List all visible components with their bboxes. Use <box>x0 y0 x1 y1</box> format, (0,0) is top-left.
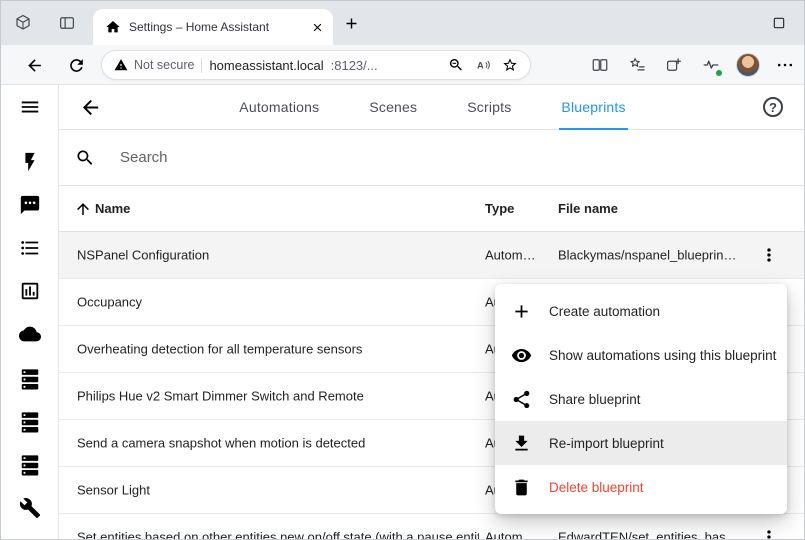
address-divider <box>201 58 202 73</box>
collections-icon[interactable] <box>661 52 687 78</box>
list-icon <box>19 237 41 259</box>
sidebar-item-logbook[interactable] <box>18 236 42 260</box>
table-row[interactable]: NSPanel Configuration Autom… Blackymas/n… <box>59 232 805 279</box>
home-assistant-favicon <box>105 19 121 35</box>
sidebar-item-cloud[interactable] <box>18 322 42 346</box>
blueprint-context-menu: Create automation Show automations using… <box>495 284 787 514</box>
menu-item-reimport-blueprint[interactable]: Re-import blueprint <box>495 421 787 465</box>
trash-icon <box>511 477 532 498</box>
sidebar-item-server-2[interactable] <box>18 410 42 434</box>
url-suffix: :8123/... <box>331 58 378 73</box>
split-screen-icon[interactable] <box>587 52 613 78</box>
browser-essentials-icon[interactable] <box>698 52 724 78</box>
sidebar-item-assist[interactable] <box>18 193 42 217</box>
avatar <box>736 53 760 77</box>
warning-icon <box>114 58 128 72</box>
ha-tab-bar: Automations Scenes Scripts Blueprints <box>59 85 805 130</box>
wrench-icon <box>19 497 41 519</box>
menu-icon <box>19 96 41 118</box>
menu-item-show-automations[interactable]: Show automations using this blueprint <box>495 333 787 377</box>
favorite-star-icon[interactable] <box>500 55 520 75</box>
search-icon <box>75 148 95 168</box>
flash-icon <box>19 151 41 173</box>
workspaces-icon[interactable] <box>13 13 33 33</box>
read-aloud-icon[interactable] <box>473 55 493 75</box>
tab-blueprints[interactable]: Blueprints <box>559 85 627 130</box>
tab-scenes[interactable]: Scenes <box>367 85 419 130</box>
sidebar-item-developer-tools[interactable] <box>18 496 42 520</box>
chat-icon <box>19 194 41 216</box>
server-icon <box>19 454 41 476</box>
favorites-hub-icon[interactable] <box>624 52 650 78</box>
tab-automations[interactable]: Automations <box>237 85 321 130</box>
search-input[interactable]: Search <box>59 130 805 186</box>
chart-box-icon <box>19 280 41 302</box>
refresh-button[interactable] <box>65 54 87 76</box>
site-security-chip[interactable]: Not secure <box>114 58 194 72</box>
browser-window: Settings – Home Assistant Not secure hom… <box>0 0 805 540</box>
page-content: Automations Scenes Scripts Blueprints ? … <box>1 85 805 540</box>
sidebar-item-server-3[interactable] <box>18 453 42 477</box>
profile-button[interactable] <box>735 52 761 78</box>
server-icon <box>19 411 41 433</box>
share-icon <box>511 389 532 410</box>
browser-titlebar: Settings – Home Assistant <box>1 1 804 45</box>
tab-title: Settings – Home Assistant <box>129 20 299 34</box>
tab-scripts[interactable]: Scripts <box>465 85 513 130</box>
sidebar-item-history[interactable] <box>18 279 42 303</box>
row-overflow-menu-icon[interactable] <box>757 525 781 540</box>
plus-icon <box>511 301 532 322</box>
browser-tab[interactable]: Settings – Home Assistant <box>93 9 333 45</box>
url-host: homeassistant.local <box>209 58 323 73</box>
sidebar-menu-button[interactable] <box>18 95 42 119</box>
table-row[interactable]: Set entities based on other entities new… <box>59 514 805 540</box>
sidebar-item-server-1[interactable] <box>18 367 42 391</box>
menu-item-create-automation[interactable]: Create automation <box>495 289 787 333</box>
download-icon <box>511 433 532 454</box>
server-icon <box>19 368 41 390</box>
menu-item-share-blueprint[interactable]: Share blueprint <box>495 377 787 421</box>
status-dot <box>715 69 723 77</box>
sidebar-item-energy[interactable] <box>18 150 42 174</box>
menu-item-delete-blueprint[interactable]: Delete blueprint <box>495 465 787 509</box>
browser-menu-icon[interactable] <box>772 52 798 78</box>
column-header-file[interactable]: File name <box>558 201 618 216</box>
search-placeholder: Search <box>120 149 168 166</box>
ha-header: Automations Scenes Scripts Blueprints ? <box>59 85 805 130</box>
help-icon[interactable]: ? <box>763 97 783 117</box>
column-header-type[interactable]: Type <box>485 201 514 216</box>
maximize-button[interactable] <box>768 12 790 34</box>
security-label: Not secure <box>134 58 194 72</box>
browser-navbar: Not secure homeassistant.local :8123/... <box>1 45 804 85</box>
new-tab-button[interactable] <box>343 15 360 32</box>
row-overflow-menu-icon[interactable] <box>757 243 781 267</box>
column-header-name[interactable]: Name <box>95 201 130 216</box>
address-bar[interactable]: Not secure homeassistant.local :8123/... <box>101 50 531 80</box>
cloud-icon <box>19 323 41 345</box>
back-button[interactable] <box>23 54 45 76</box>
tab-actions-icon[interactable] <box>57 13 77 33</box>
tab-close-icon[interactable] <box>307 17 327 37</box>
sort-arrow-up-icon[interactable] <box>74 200 92 218</box>
table-header: Name Type File name <box>59 186 805 232</box>
ha-sidebar <box>1 85 59 540</box>
zoom-out-icon[interactable] <box>446 55 466 75</box>
eye-icon <box>511 345 532 366</box>
